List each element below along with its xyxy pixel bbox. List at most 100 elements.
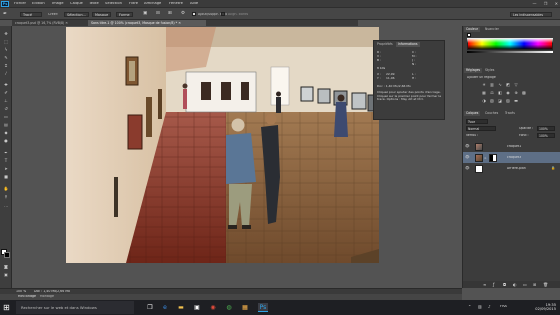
gradient-map-icon[interactable]: ▬: [513, 98, 519, 103]
tab-informations[interactable]: Informations: [396, 42, 420, 47]
pen-tool-icon[interactable]: ✒: [3, 11, 7, 17]
invert-icon[interactable]: ◑: [481, 98, 487, 103]
stamp-tool-icon[interactable]: ⊥: [3, 98, 10, 103]
clock[interactable]: 19:35 02/09/2015: [535, 303, 556, 312]
taskbar-search-input[interactable]: Rechercher sur le web et dans Windows: [16, 301, 134, 314]
media-app-icon[interactable]: ◉: [208, 303, 218, 312]
sheets-app-icon[interactable]: ▦: [240, 303, 250, 312]
black-white-icon[interactable]: ◧: [497, 90, 503, 95]
channel-mixer-icon[interactable]: ⊕: [513, 90, 519, 95]
menu-edition[interactable]: Edition: [32, 2, 45, 6]
screen-mode-icon[interactable]: ▣: [3, 272, 10, 277]
link-layers-icon[interactable]: ∞: [483, 282, 486, 287]
path-select-tool-icon[interactable]: ➤: [3, 166, 10, 171]
new-layer-icon[interactable]: ⊞: [533, 282, 536, 287]
tab-montage[interactable]: Montage: [40, 295, 54, 298]
marquee-tool-icon[interactable]: ⬚: [3, 39, 10, 44]
threshold-icon[interactable]: ◪: [497, 98, 503, 103]
selection-button[interactable]: Sélection...: [64, 12, 89, 17]
tab-calques[interactable]: Calques: [464, 111, 481, 116]
selective-color-icon[interactable]: ▨: [505, 98, 511, 103]
layer-name[interactable]: croquet1: [507, 145, 521, 148]
menu-selection[interactable]: Sélection: [105, 2, 122, 6]
menu-aide[interactable]: Aide: [190, 2, 198, 6]
mask-button[interactable]: Masque: [92, 12, 112, 17]
document-image[interactable]: [66, 27, 379, 263]
visibility-eye-icon[interactable]: 👁: [465, 144, 470, 149]
levels-icon[interactable]: ▥: [489, 82, 495, 87]
workspace-select[interactable]: Les indispensables: [510, 12, 552, 17]
layer-row[interactable]: 👁 croquet1: [463, 141, 560, 152]
color-lookup-icon[interactable]: ▩: [521, 90, 527, 95]
eraser-tool-icon[interactable]: ▭: [3, 114, 10, 119]
fill-input[interactable]: 100%: [537, 133, 555, 138]
shape-tool-icon[interactable]: ■: [3, 174, 10, 179]
fx-icon[interactable]: ƒ: [493, 282, 494, 287]
kind-filter-select[interactable]: Type: [466, 119, 488, 124]
restore-icon[interactable]: ❐: [544, 1, 548, 6]
tab-styles[interactable]: Styles: [483, 68, 496, 73]
exposure-icon[interactable]: ◩: [505, 82, 511, 87]
brightness-icon[interactable]: ☀: [481, 82, 487, 87]
eyedropper-tool-icon[interactable]: ⁄: [3, 71, 10, 76]
tab-nuancier[interactable]: Nuancier: [483, 27, 501, 32]
close-icon[interactable]: ✕: [555, 1, 558, 6]
windows-start-icon[interactable]: ⊞: [3, 303, 12, 312]
file-explorer-icon[interactable]: ▬: [176, 303, 186, 312]
brush-tool-icon[interactable]: ✐: [3, 90, 10, 95]
gradient-tool-icon[interactable]: ▤: [3, 122, 10, 127]
trash-icon[interactable]: 🗑: [543, 282, 548, 287]
language-indicator[interactable]: FRA: [500, 305, 507, 309]
add-mask-icon[interactable]: ◘: [503, 282, 506, 287]
dodge-tool-icon[interactable]: ●: [3, 138, 10, 143]
visibility-eye-icon[interactable]: 👁: [465, 155, 470, 160]
volume-icon[interactable]: ♪: [488, 304, 491, 309]
tray-chevron-icon[interactable]: ⌃: [468, 304, 471, 309]
opacity-input[interactable]: 100%: [537, 126, 555, 131]
align-edges-checkbox[interactable]: [221, 12, 225, 16]
layer-row[interactable]: 👁 Arrière-plan 🔒: [463, 163, 560, 174]
network-icon[interactable]: ▥: [478, 304, 482, 309]
shape-button[interactable]: Forme: [116, 12, 133, 17]
type-tool-icon[interactable]: T: [3, 158, 10, 163]
tab-couches[interactable]: Couches: [483, 111, 500, 116]
auto-add-checkbox[interactable]: [192, 12, 196, 16]
move-tool-icon[interactable]: ✥: [3, 31, 10, 36]
vibrance-icon[interactable]: ▽: [513, 82, 519, 87]
hand-tool-icon[interactable]: ✋: [3, 186, 10, 191]
task-view-icon[interactable]: ❐: [145, 303, 155, 312]
edge-browser-icon[interactable]: e: [160, 303, 170, 312]
menu-affichage[interactable]: Affichage: [144, 2, 161, 6]
hue-saturation-icon[interactable]: ▦: [481, 90, 487, 95]
mode-select[interactable]: Tracé: [20, 12, 42, 17]
path-align-icon[interactable]: ⊟: [156, 11, 160, 16]
link-icon[interactable]: ∞: [484, 156, 487, 160]
posterize-icon[interactable]: ▧: [489, 98, 495, 103]
menu-calque[interactable]: Calque: [70, 2, 83, 6]
background-color-swatch[interactable]: [4, 252, 10, 258]
quick-select-tool-icon[interactable]: ✎: [3, 55, 10, 60]
menu-fenetre[interactable]: Fenêtre: [169, 2, 183, 6]
color-fg-swatch[interactable]: [467, 33, 471, 37]
tab-traces[interactable]: Tracés: [503, 111, 517, 116]
tab-properties[interactable]: Propriétés: [375, 42, 395, 47]
blend-mode-select[interactable]: Normal: [466, 126, 496, 131]
menu-fichier[interactable]: Fichier: [14, 2, 26, 6]
history-brush-tool-icon[interactable]: ↺: [3, 106, 10, 111]
minimize-icon[interactable]: —: [532, 1, 536, 6]
layer-row-selected[interactable]: 👁 ∞ croquet3: [463, 152, 560, 163]
pen-tool-icon[interactable]: ✒: [3, 150, 10, 155]
photoshop-taskbar-icon[interactable]: Ps: [258, 303, 268, 312]
layer-name[interactable]: croquet3: [507, 156, 521, 159]
tab-reglages[interactable]: Réglages: [464, 68, 483, 73]
visibility-eye-icon[interactable]: 👁: [465, 166, 470, 171]
menu-texte[interactable]: Texte: [89, 2, 99, 6]
gear-icon[interactable]: ⚙: [181, 11, 185, 16]
color-balance-icon[interactable]: ⚖: [489, 90, 495, 95]
folder-icon[interactable]: ▭: [523, 282, 527, 287]
tab-mini-bridge[interactable]: Mini Bridge: [18, 295, 36, 298]
tab-couleur[interactable]: Couleur: [464, 27, 481, 32]
layer-mask-thumbnail[interactable]: [489, 153, 497, 162]
path-ops-icon[interactable]: ▣: [143, 11, 147, 16]
blur-tool-icon[interactable]: ◆: [3, 130, 10, 135]
